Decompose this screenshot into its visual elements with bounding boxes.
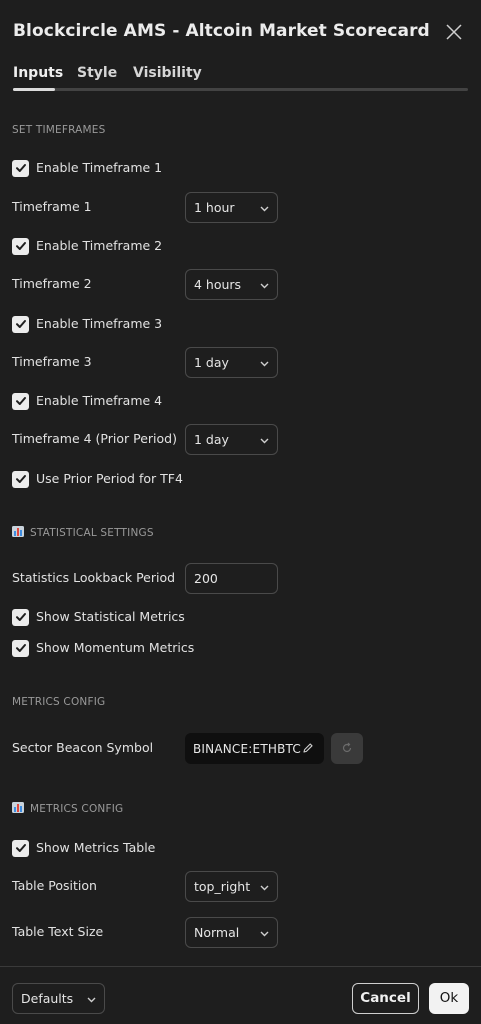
timeframe-1-select[interactable]: 1 hour — [185, 192, 278, 223]
checkbox-label: Enable Timeframe 3 — [36, 316, 163, 331]
lookback-input[interactable]: 200 — [185, 563, 278, 594]
dialog-title: Blockcircle AMS - Altcoin Market Scoreca… — [13, 21, 430, 41]
defaults-label: Defaults — [21, 991, 74, 1006]
chevron-down-icon — [260, 885, 269, 891]
chevron-down-icon — [260, 361, 269, 367]
reset-symbol-button[interactable] — [331, 733, 363, 764]
enable-timeframe-1-checkbox[interactable]: Enable Timeframe 1 — [12, 158, 162, 178]
check-icon — [15, 242, 26, 250]
checkbox-checked[interactable] — [12, 470, 29, 488]
table-position-label: Table Position — [12, 878, 97, 893]
select-value: 4 hours — [194, 277, 242, 292]
enable-timeframe-3-checkbox[interactable]: Enable Timeframe 3 — [12, 314, 162, 334]
section-title-timeframes: SET TIMEFRAMES — [12, 124, 106, 136]
timeframe-4-select[interactable]: 1 day — [185, 424, 278, 455]
symbol-value: BINANCE:ETHBTC — [193, 742, 301, 756]
active-tab-indicator — [13, 88, 55, 91]
check-icon — [15, 844, 26, 852]
tabs-divider — [13, 88, 468, 91]
select-value: 1 day — [194, 355, 229, 370]
reset-icon — [342, 742, 352, 753]
show-momentum-metrics-checkbox[interactable]: Show Momentum Metrics — [12, 638, 194, 658]
tab-inputs[interactable]: Inputs — [13, 62, 63, 84]
checkbox-label: Use Prior Period for TF4 — [36, 471, 183, 486]
use-prior-period-checkbox[interactable]: Use Prior Period for TF4 — [12, 469, 183, 489]
bar-chart-icon — [12, 526, 24, 537]
timeframe-3-label: Timeframe 3 — [12, 354, 92, 369]
enable-timeframe-4-checkbox[interactable]: Enable Timeframe 4 — [12, 391, 162, 411]
checkbox-checked[interactable] — [12, 159, 29, 177]
checkbox-label: Enable Timeframe 4 — [36, 393, 163, 408]
tab-style[interactable]: Style — [77, 62, 117, 84]
table-position-select[interactable]: top_right — [185, 871, 278, 902]
checkbox-checked[interactable] — [12, 237, 29, 255]
checkbox-checked[interactable] — [12, 315, 29, 333]
settings-dialog: Blockcircle AMS - Altcoin Market Scoreca… — [0, 0, 481, 1024]
dialog-header: Blockcircle AMS - Altcoin Market Scoreca… — [13, 18, 468, 46]
pencil-icon — [303, 743, 313, 753]
timeframe-4-label: Timeframe 4 (Prior Period) — [12, 431, 177, 446]
chevron-down-icon — [260, 931, 269, 937]
bar-chart-icon — [12, 802, 24, 813]
check-icon — [15, 320, 26, 328]
check-icon — [15, 644, 26, 652]
checkbox-label: Enable Timeframe 1 — [36, 160, 163, 175]
check-icon — [15, 397, 26, 405]
table-text-size-label: Table Text Size — [12, 924, 104, 939]
sector-beacon-symbol-field[interactable]: BINANCE:ETHBTC — [185, 733, 324, 764]
check-icon — [15, 475, 26, 483]
chevron-down-icon — [260, 206, 269, 212]
lookback-label: Statistics Lookback Period — [12, 570, 176, 585]
check-icon — [15, 164, 26, 172]
defaults-dropdown[interactable]: Defaults — [12, 983, 105, 1014]
sector-beacon-label: Sector Beacon Symbol — [12, 740, 154, 755]
show-metrics-table-checkbox[interactable]: Show Metrics Table — [12, 838, 155, 858]
ok-button[interactable]: Ok — [429, 983, 469, 1014]
close-icon[interactable] — [444, 22, 464, 42]
select-value: 1 hour — [194, 200, 235, 215]
cancel-button[interactable]: Cancel — [352, 983, 419, 1014]
checkbox-checked[interactable] — [12, 608, 29, 626]
timeframe-1-label: Timeframe 1 — [12, 199, 92, 214]
section-title-metrics-config-2: METRICS CONFIG — [12, 802, 123, 816]
checkbox-label: Show Momentum Metrics — [36, 640, 195, 655]
footer-divider — [0, 966, 481, 967]
checkbox-checked[interactable] — [12, 392, 29, 410]
checkbox-checked[interactable] — [12, 639, 29, 657]
check-icon — [15, 613, 26, 621]
chevron-down-icon — [87, 997, 96, 1003]
section-title-text: METRICS CONFIG — [30, 803, 124, 815]
section-title-text: STATISTICAL SETTINGS — [30, 527, 154, 539]
checkbox-label: Show Statistical Metrics — [36, 609, 185, 624]
tab-bar: Inputs Style Visibility — [13, 62, 468, 92]
select-value: Normal — [194, 925, 240, 940]
timeframe-3-select[interactable]: 1 day — [185, 347, 278, 378]
enable-timeframe-2-checkbox[interactable]: Enable Timeframe 2 — [12, 236, 162, 256]
input-value: 200 — [194, 571, 218, 586]
checkbox-label: Show Metrics Table — [36, 840, 156, 855]
timeframe-2-label: Timeframe 2 — [12, 276, 92, 291]
show-statistical-metrics-checkbox[interactable]: Show Statistical Metrics — [12, 607, 185, 627]
checkbox-checked[interactable] — [12, 839, 29, 857]
table-text-size-select[interactable]: Normal — [185, 917, 278, 948]
timeframe-2-select[interactable]: 4 hours — [185, 269, 278, 300]
select-value: 1 day — [194, 432, 229, 447]
section-title-statistical: STATISTICAL SETTINGS — [12, 526, 154, 540]
checkbox-label: Enable Timeframe 2 — [36, 238, 163, 253]
chevron-down-icon — [260, 283, 269, 289]
chevron-down-icon — [260, 438, 269, 444]
section-title-metrics-config: METRICS CONFIG — [12, 696, 106, 708]
tab-visibility[interactable]: Visibility — [133, 62, 202, 84]
select-value: top_right — [194, 879, 251, 894]
